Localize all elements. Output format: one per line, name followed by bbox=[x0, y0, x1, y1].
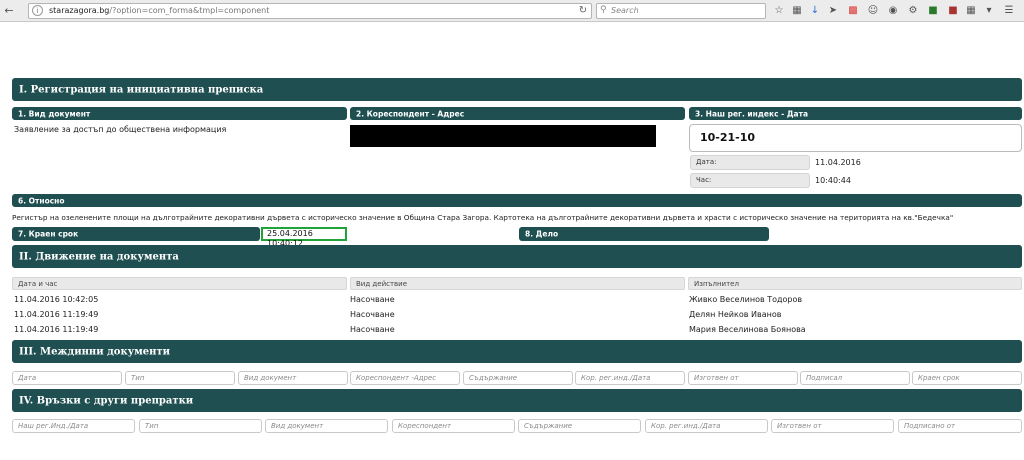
section-intermediate: III. Междинни документи bbox=[12, 340, 1022, 363]
case-header: 8. Дело bbox=[519, 227, 769, 241]
intermediate-correspondent-field[interactable]: Кореспондент -Адрес bbox=[350, 371, 460, 385]
download-icon[interactable]: ↓ bbox=[808, 4, 822, 18]
deadline-label: 7. Краен срок bbox=[18, 229, 79, 239]
links-signed-by-field[interactable]: Подписано от bbox=[898, 419, 1022, 433]
table-row-1-action: Насочване bbox=[350, 295, 395, 304]
mask-icon[interactable]: ◉ bbox=[886, 4, 900, 18]
regarding-header: 6. Относно bbox=[12, 194, 1022, 207]
addon-red-icon[interactable]: ■ bbox=[946, 4, 960, 18]
redacted-correspondent bbox=[350, 125, 656, 147]
intermediate-content-field[interactable]: Съдържание bbox=[463, 371, 573, 385]
case-label: 8. Дело bbox=[525, 229, 559, 239]
links-corr-reg-field[interactable]: Кор. рег.инд./Дата bbox=[645, 419, 768, 433]
links-prepared-by-field[interactable]: Изготвен от bbox=[771, 419, 894, 433]
reg-index-value: 10-21-10 bbox=[689, 124, 1022, 152]
address-bar[interactable]: starazagora.bg/?option=com_forma&tmpl=co… bbox=[28, 3, 592, 19]
section-movement: II. Движение на документа bbox=[12, 245, 1022, 268]
info-icon[interactable]: i bbox=[32, 5, 43, 16]
table-row-2-action: Насочване bbox=[350, 310, 395, 319]
reg-index-label: 3. Наш рег. индекс - Дата bbox=[695, 109, 809, 118]
table-row-3-action: Насочване bbox=[350, 325, 395, 334]
star-icon[interactable]: ☆ bbox=[772, 4, 786, 18]
extension-icon[interactable]: ▩ bbox=[846, 4, 860, 18]
section-title: I. Регистрация на инициативна преписка bbox=[19, 84, 264, 95]
url-path: /?option=com_forma&tmpl=component bbox=[109, 6, 270, 15]
links-correspondent-field[interactable]: Кореспондент bbox=[392, 419, 515, 433]
menu-icon[interactable]: ☰ bbox=[1002, 4, 1016, 18]
addon-icon[interactable]: ■ bbox=[926, 4, 940, 18]
intermediate-signed-field[interactable]: Подписал bbox=[800, 371, 910, 385]
chevron-down-icon[interactable]: ▾ bbox=[982, 4, 996, 18]
intermediate-doc-type-field[interactable]: Вид документ bbox=[238, 371, 348, 385]
table-row-3-date: 11.04.2016 11:19:49 bbox=[14, 325, 99, 334]
regarding-label: 6. Относно bbox=[18, 196, 65, 205]
intermediate-type-field[interactable]: Тип bbox=[125, 371, 235, 385]
links-content-field[interactable]: Съдържание bbox=[518, 419, 641, 433]
section-title: II. Движение на документа bbox=[19, 251, 179, 262]
regarding-value: Регистър на озеленените площи на дълготр… bbox=[12, 213, 954, 222]
table-row-1-executor: Живко Веселинов Тодоров bbox=[689, 295, 803, 304]
intermediate-date-field[interactable]: Дата bbox=[12, 371, 122, 385]
search-input[interactable]: Search bbox=[596, 3, 766, 19]
correspondent-header: 2. Кореспондент - Адрес bbox=[350, 107, 685, 120]
search-icon: ⚲ bbox=[600, 5, 607, 15]
col-executor: Изпълнител bbox=[688, 277, 1022, 290]
table-row-3-executor: Мария Веселинова Боянова bbox=[689, 325, 806, 334]
deadline-header: 7. Краен срок bbox=[12, 227, 260, 241]
time-value: 10:40:44 bbox=[815, 176, 851, 185]
clipboard-icon[interactable]: ▦ bbox=[790, 4, 804, 18]
date-value: 11.04.2016 bbox=[815, 158, 861, 167]
intermediate-corr-reg-field[interactable]: Кор. рег.инд./Дата bbox=[575, 371, 685, 385]
col-datetime: Дата и час bbox=[12, 277, 347, 290]
section-title: IV. Връзки с други препратки bbox=[19, 395, 194, 406]
url-host: starazagora.bg bbox=[49, 6, 110, 15]
correspondent-label: 2. Кореспондент - Адрес bbox=[356, 109, 465, 118]
doc-type-label: 1. Вид документ bbox=[18, 109, 91, 118]
section-title: III. Междинни документи bbox=[19, 346, 171, 357]
intermediate-prepared-by-field[interactable]: Изготвен от bbox=[688, 371, 798, 385]
section-links: IV. Връзки с други препратки bbox=[12, 389, 1022, 412]
links-reg-index-field[interactable]: Наш рег.Инд./Дата bbox=[12, 419, 135, 433]
gear-icon[interactable]: ⚙ bbox=[906, 4, 920, 18]
back-arrow-icon[interactable]: ← bbox=[2, 4, 16, 18]
table-row-2-executor: Делян Нейков Иванов bbox=[689, 310, 782, 319]
table-row-1-date: 11.04.2016 10:42:05 bbox=[14, 295, 99, 304]
links-doc-type-field[interactable]: Вид документ bbox=[265, 419, 388, 433]
doc-type-value: Заявление за достъп до обществена информ… bbox=[14, 125, 227, 134]
reload-icon[interactable]: ↻ bbox=[577, 5, 589, 17]
grid-icon[interactable]: ▦ bbox=[964, 4, 978, 18]
time-label: Час: bbox=[690, 173, 810, 188]
deadline-value: 25.04.2016 10:40:12 bbox=[261, 227, 347, 248]
col-action: Вид действие bbox=[350, 277, 685, 290]
doc-type-header: 1. Вид документ bbox=[12, 107, 347, 120]
reg-index-header: 3. Наш рег. индекс - Дата bbox=[689, 107, 1022, 120]
table-row-2-date: 11.04.2016 11:19:49 bbox=[14, 310, 99, 319]
smiley-icon[interactable]: ☺ bbox=[866, 4, 880, 18]
date-label: Дата: bbox=[690, 155, 810, 170]
intermediate-deadline-field[interactable]: Краен срок bbox=[912, 371, 1022, 385]
send-icon[interactable]: ➤ bbox=[826, 4, 840, 18]
links-type-field[interactable]: Тип bbox=[139, 419, 262, 433]
section-registration: I. Регистрация на инициативна преписка bbox=[12, 78, 1022, 101]
